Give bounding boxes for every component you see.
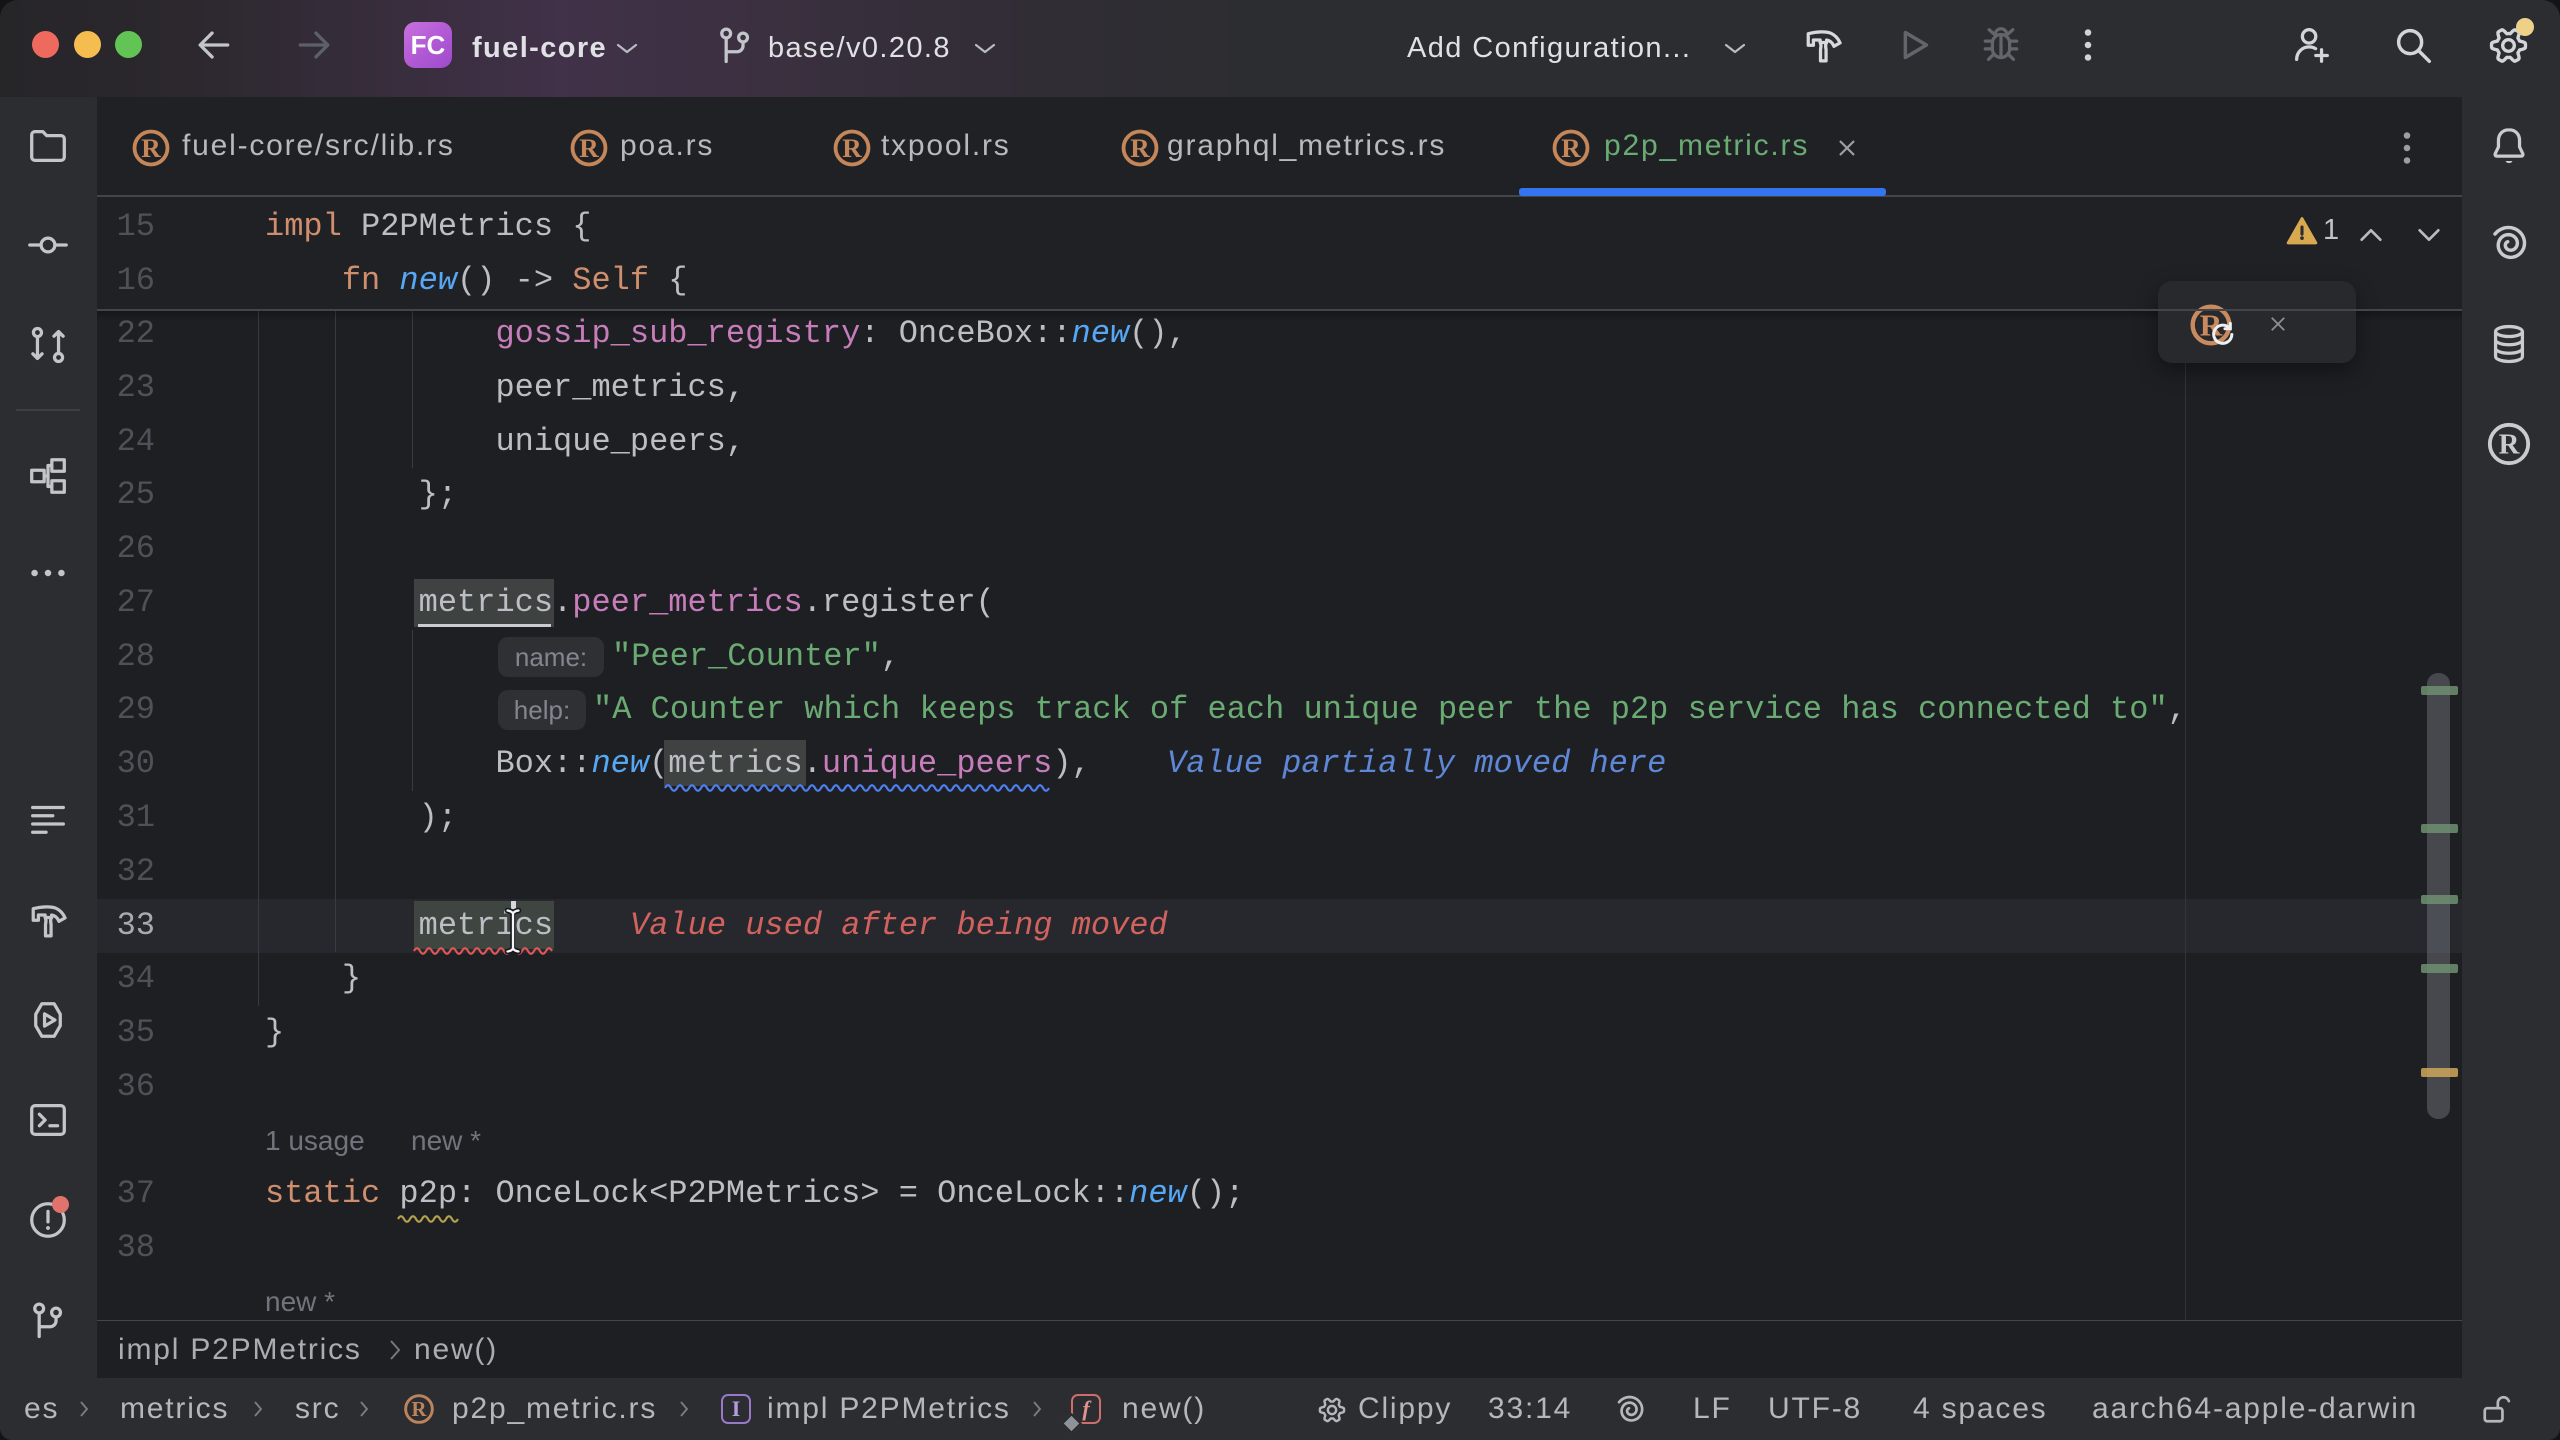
svg-text:R: R <box>2499 429 2521 461</box>
svg-text:R: R <box>412 1399 428 1421</box>
